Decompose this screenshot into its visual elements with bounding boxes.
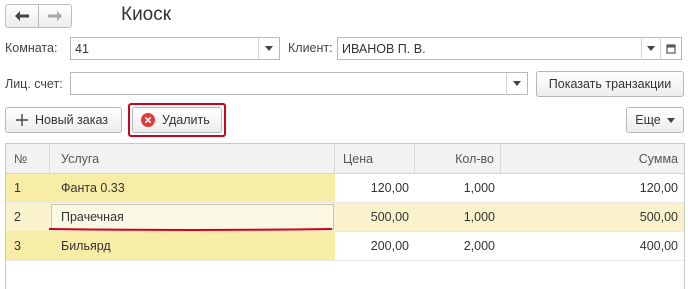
show-transactions-label: Показать транзакции (548, 77, 672, 91)
chevron-down-icon (647, 46, 655, 51)
row-service: Фанта 0.33 (50, 174, 335, 202)
delete-x-icon (141, 113, 155, 127)
row-price: 120,00 (335, 174, 415, 202)
row-sum: 500,00 (501, 203, 684, 231)
plus-icon (16, 114, 28, 126)
row-sum: 400,00 (501, 232, 684, 260)
table-row[interactable]: 1 Фанта 0.33 120,00 1,000 120,00 (6, 174, 684, 203)
column-header-qty[interactable]: Кол-во (415, 144, 501, 174)
client-field[interactable]: ИВАНОВ П. В. (337, 37, 642, 60)
arrow-left-icon (15, 8, 29, 25)
client-open-button[interactable] (660, 37, 682, 60)
chevron-down-icon (513, 81, 521, 86)
row-num: 1 (6, 174, 50, 202)
arrow-right-icon (48, 8, 62, 25)
room-label: Комната: (5, 41, 58, 55)
back-button[interactable] (5, 4, 39, 28)
row-qty: 1,000 (415, 203, 501, 231)
client-value: ИВАНОВ П. В. (342, 41, 426, 56)
row-price: 200,00 (335, 232, 415, 260)
row-price: 500,00 (335, 203, 415, 231)
account-dropdown-button[interactable] (506, 72, 528, 95)
column-header-sum[interactable]: Сумма (501, 144, 684, 174)
account-label: Лиц. счет: (5, 77, 63, 91)
delete-label: Удалить (162, 113, 210, 127)
column-header-num[interactable]: № (6, 144, 50, 174)
row-sum: 120,00 (501, 174, 684, 202)
show-transactions-button[interactable]: Показать транзакции (536, 71, 684, 97)
table-header: № Услуга Цена Кол-во Сумма (6, 144, 684, 174)
more-label: Еще (635, 113, 661, 127)
delete-button[interactable]: Удалить (132, 107, 222, 133)
column-header-price[interactable]: Цена (335, 144, 415, 174)
row-service: Бильярд (50, 232, 335, 260)
open-form-icon (666, 43, 676, 54)
room-field[interactable]: 41 (70, 37, 259, 60)
client-dropdown-button[interactable] (641, 37, 661, 60)
table-row[interactable]: 3 Бильярд 200,00 2,000 400,00 (6, 232, 684, 261)
row-qty: 1,000 (415, 174, 501, 202)
chevron-down-icon (666, 117, 675, 123)
room-dropdown-button[interactable] (258, 37, 280, 60)
more-button[interactable]: Еще (626, 107, 684, 133)
row-num: 3 (6, 232, 50, 260)
services-table: № Услуга Цена Кол-во Сумма 1 Фанта 0.33 … (5, 143, 685, 289)
new-order-label: Новый заказ (35, 113, 109, 127)
forward-button[interactable] (38, 4, 72, 28)
column-header-service[interactable]: Услуга (50, 144, 335, 174)
red-underline-annotation (49, 228, 332, 231)
account-field[interactable] (70, 72, 507, 95)
chevron-down-icon (265, 46, 273, 51)
row-qty: 2,000 (415, 232, 501, 260)
new-order-button[interactable]: Новый заказ (5, 107, 122, 133)
page-title: Киоск (121, 4, 172, 25)
room-value: 41 (75, 41, 89, 56)
row-num: 2 (6, 203, 50, 231)
client-label: Клиент: (288, 41, 333, 55)
